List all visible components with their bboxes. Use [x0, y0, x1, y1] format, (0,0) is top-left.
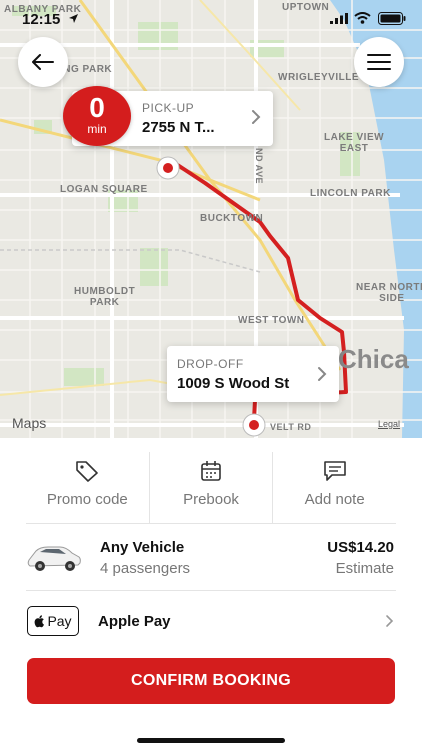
- dropoff-callout[interactable]: DROP-OFF 1009 S Wood St: [167, 346, 339, 402]
- map-label-ing-park: ING PARK: [60, 64, 113, 75]
- route-map[interactable]: ALBANY PARK UPTOWN ING PARK WRIGLEYVILLE…: [0, 0, 422, 438]
- payment-method-name: Apple Pay: [98, 613, 171, 630]
- map-label-lincoln-park: LINCOLN PARK: [310, 188, 391, 199]
- status-bar: 12:15: [0, 0, 422, 36]
- tag-icon: [76, 461, 99, 482]
- eta-unit: min: [87, 122, 107, 136]
- map-label-logan-square: LOGAN SQUARE: [60, 184, 148, 195]
- map-label-lake-view-east: LAKE VIEW EAST: [324, 132, 385, 154]
- car-icon: [27, 546, 81, 571]
- price-estimate-label: Estimate: [335, 560, 394, 577]
- map-label-bucktown: BUCKTOWN: [200, 213, 264, 224]
- message-icon: [323, 461, 346, 481]
- pickup-address: 2755 N T...: [142, 119, 215, 136]
- booking-actions: Promo code Prebook Add note: [26, 452, 396, 524]
- map-label-city: Chica: [338, 344, 409, 374]
- calendar-icon: [201, 461, 221, 481]
- promo-code-button[interactable]: Promo code: [26, 452, 150, 523]
- apple-logo-icon: [35, 614, 45, 627]
- vehicle-passengers: 4 passengers: [100, 560, 191, 577]
- dropoff-address: 1009 S Wood St: [177, 375, 290, 392]
- dropoff-pin-icon: [242, 413, 266, 437]
- add-note-label: Add note: [304, 491, 365, 508]
- payment-method-row[interactable]: Pay Apple Pay: [26, 592, 396, 650]
- legal-link[interactable]: Legal: [378, 419, 400, 429]
- vehicle-option[interactable]: Any Vehicle 4 passengers US$14.20 Estima…: [26, 525, 396, 591]
- chevron-right-icon: [318, 367, 327, 381]
- wifi-icon: [354, 12, 371, 24]
- promo-code-label: Promo code: [46, 491, 128, 508]
- back-button[interactable]: [18, 37, 68, 87]
- map-label-wrigleyville: WRIGLEYVILLE: [278, 72, 359, 83]
- battery-icon: [378, 12, 406, 25]
- maps-logo: Maps: [12, 415, 47, 431]
- confirm-booking-button[interactable]: CONFIRM BOOKING: [27, 658, 395, 704]
- location-arrow-icon: [69, 14, 78, 23]
- map-label-roosevelt-rd: VELT RD: [270, 422, 312, 432]
- home-indicator: [137, 738, 285, 743]
- eta-value: 0: [89, 92, 105, 123]
- add-note-button[interactable]: Add note: [273, 452, 396, 523]
- map-label-near-north-side: NEAR NORTH SIDE: [356, 282, 422, 304]
- cellular-signal-icon: [330, 13, 348, 24]
- vehicle-price: US$14.20: [327, 539, 394, 556]
- prebook-button[interactable]: Prebook: [150, 452, 274, 523]
- pickup-label: PICK-UP: [142, 101, 195, 115]
- eta-badge: 0 min: [63, 86, 131, 146]
- status-time: 12:15: [22, 11, 61, 28]
- map-label-humboldt-park: HUMBOLDT PARK: [74, 286, 136, 308]
- vehicle-name: Any Vehicle: [100, 539, 185, 556]
- arrow-left-icon: [32, 54, 54, 70]
- apple-pay-badge: Pay: [27, 606, 79, 636]
- chevron-right-icon: [252, 110, 261, 124]
- hamburger-menu-icon: [367, 54, 391, 70]
- pickup-pin-icon: [156, 156, 180, 180]
- map-label-west-town: WEST TOWN: [238, 315, 305, 326]
- map-label-avenue: ND AVE: [254, 148, 264, 185]
- dropoff-label: DROP-OFF: [177, 357, 244, 371]
- prebook-label: Prebook: [183, 491, 239, 508]
- menu-button[interactable]: [354, 37, 404, 87]
- chevron-right-icon: [386, 615, 394, 627]
